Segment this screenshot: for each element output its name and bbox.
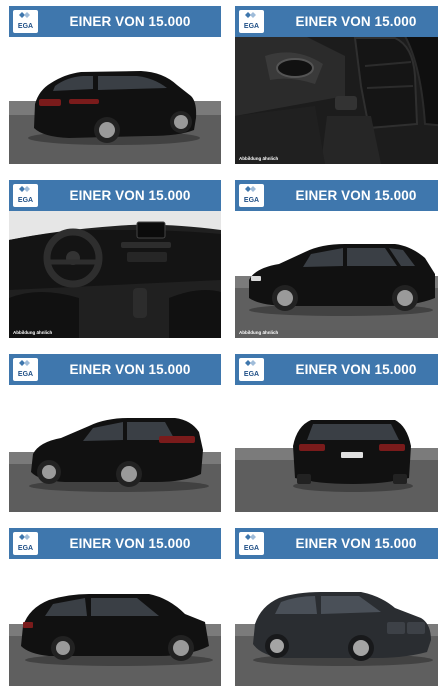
promo-banner: EGA EINER VON 15.000 <box>9 180 221 211</box>
gallery-tile-side[interactable]: EGA EINER VON 15.000 Abbildung ähnlich <box>235 180 438 338</box>
gallery-tile-rear[interactable]: EGA EINER VON 15.000 <box>235 354 438 512</box>
gallery-tile-rear-side[interactable]: EGA EINER VON 15.000 <box>9 354 221 512</box>
promo-banner: EGA EINER VON 15.000 <box>9 528 221 559</box>
ega-logo-text: EGA <box>244 371 259 378</box>
promo-banner: EGA EINER VON 15.000 <box>235 6 438 37</box>
gallery-tile-interior-dashboard[interactable]: EGA EINER VON 15.000 Abbildung ähnlich <box>9 180 221 338</box>
banner-text: EINER VON 15.000 <box>295 362 417 377</box>
ega-logo-text: EGA <box>244 545 259 552</box>
promo-banner: EGA EINER VON 15.000 <box>235 180 438 211</box>
banner-text: EINER VON 15.000 <box>69 14 191 29</box>
gallery-tile-front-three-quarter[interactable]: EGA EINER VON 15.000 <box>235 528 438 686</box>
image-caption: Abbildung ähnlich <box>13 330 53 335</box>
ega-logo-icon: EGA <box>239 10 264 33</box>
ega-logo-text: EGA <box>18 197 33 204</box>
gallery-tile-rear-three-quarter[interactable]: EGA EINER VON 15.000 <box>9 6 221 164</box>
banner-text: EINER VON 15.000 <box>295 14 417 29</box>
banner-text: EINER VON 15.000 <box>295 188 417 203</box>
vehicle-image-gallery: EGA EINER VON 15.000 EGA EINER VON 15.00… <box>0 0 438 686</box>
promo-banner: EGA EINER VON 15.000 <box>9 354 221 385</box>
ega-logo-icon: EGA <box>13 10 38 33</box>
banner-text: EINER VON 15.000 <box>69 188 191 203</box>
ega-logo-text: EGA <box>244 197 259 204</box>
ega-logo-icon: EGA <box>13 184 38 207</box>
ega-logo-text: EGA <box>18 371 33 378</box>
ega-logo-text: EGA <box>244 23 259 30</box>
ega-logo-icon: EGA <box>239 184 264 207</box>
ega-logo-icon: EGA <box>239 532 264 555</box>
ega-logo-text: EGA <box>18 23 33 30</box>
ega-logo-icon: EGA <box>239 358 264 381</box>
promo-banner: EGA EINER VON 15.000 <box>9 6 221 37</box>
banner-text: EINER VON 15.000 <box>295 536 417 551</box>
ega-logo-text: EGA <box>18 545 33 552</box>
image-caption: Abbildung ähnlich <box>239 156 279 161</box>
promo-banner: EGA EINER VON 15.000 <box>235 354 438 385</box>
promo-banner: EGA EINER VON 15.000 <box>235 528 438 559</box>
banner-text: EINER VON 15.000 <box>69 536 191 551</box>
banner-text: EINER VON 15.000 <box>69 362 191 377</box>
ega-logo-icon: EGA <box>13 532 38 555</box>
gallery-tile-interior-seats[interactable]: EGA EINER VON 15.000 Abbildung ähnlich <box>235 6 438 164</box>
ega-logo-icon: EGA <box>13 358 38 381</box>
image-caption: Abbildung ähnlich <box>239 330 279 335</box>
gallery-tile-front-side[interactable]: EGA EINER VON 15.000 <box>9 528 221 686</box>
